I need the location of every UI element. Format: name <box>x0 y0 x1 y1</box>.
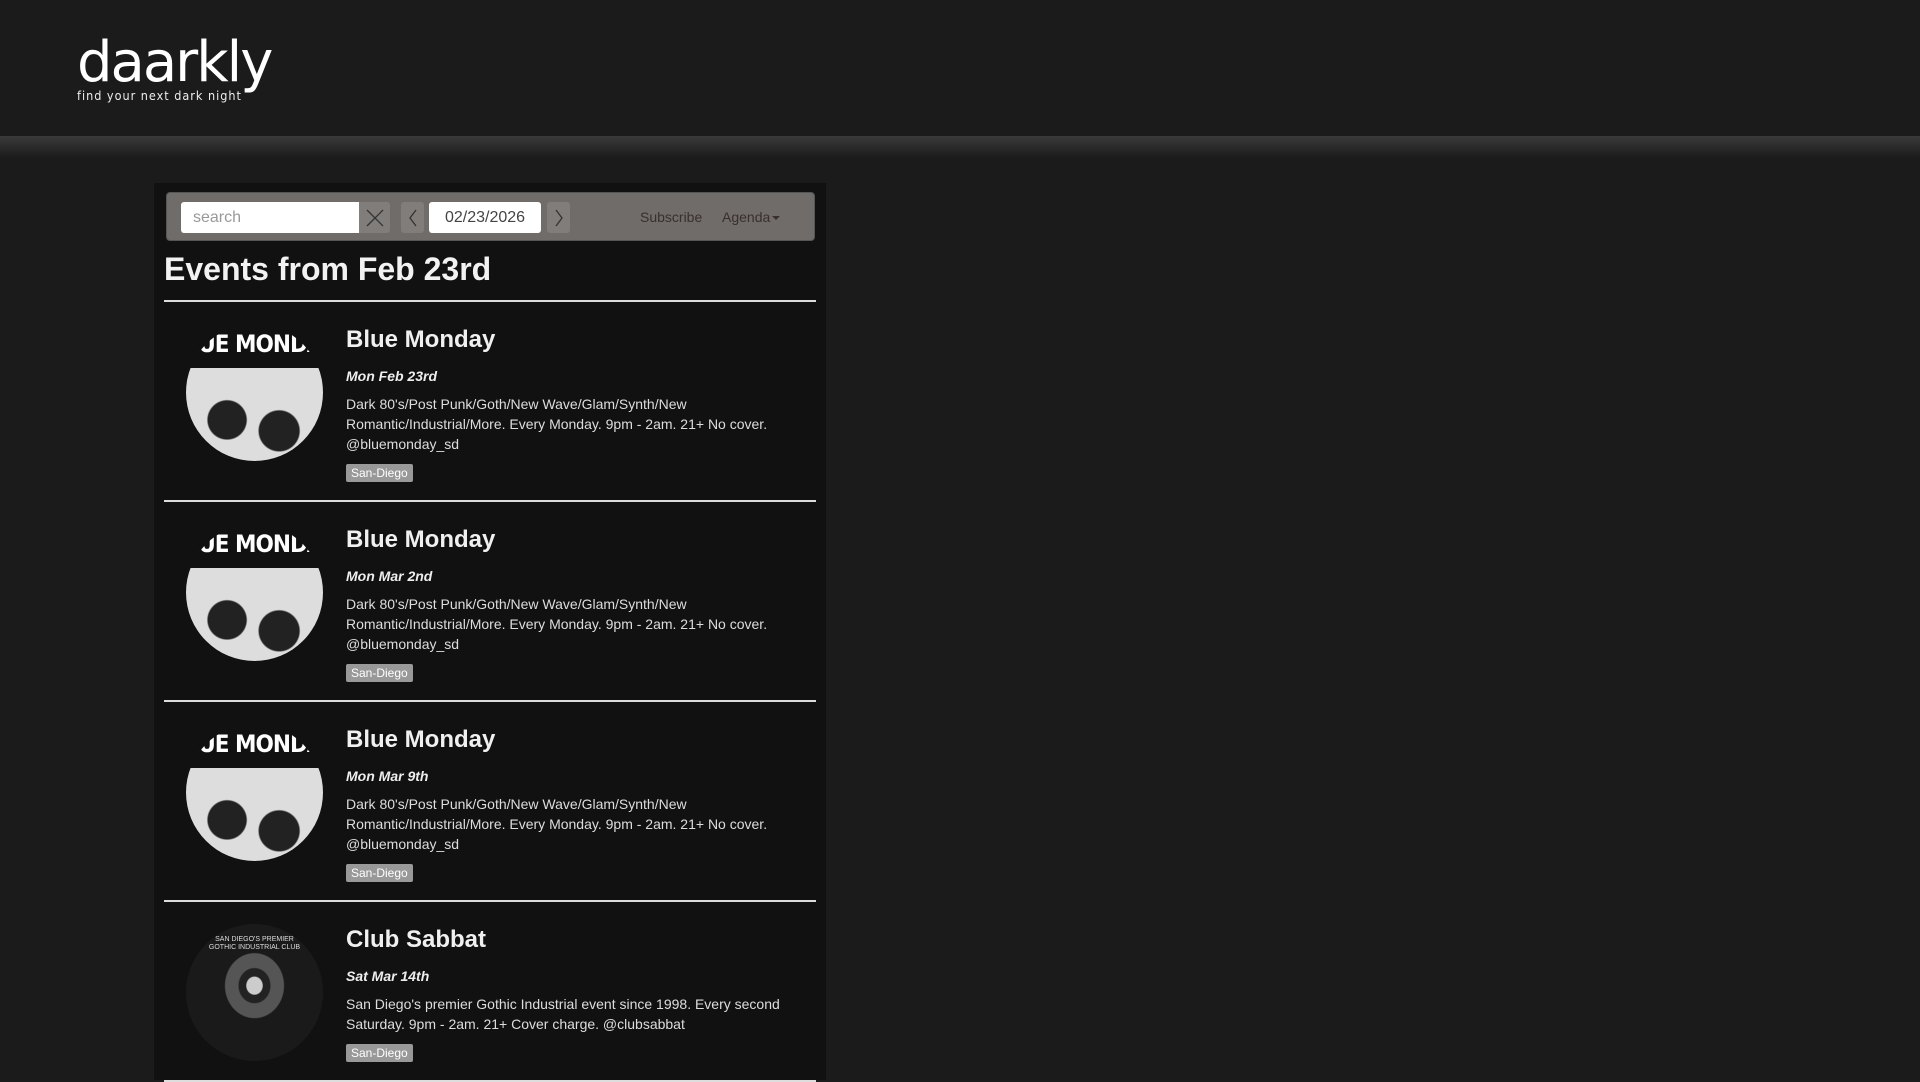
event-description: San Diego's premier Gothic Industrial ev… <box>346 996 780 1032</box>
event-list: LUE MONDA Blue Monday Mon Feb 23rd Dark … <box>164 300 816 1082</box>
toolbar: 02/23/2026 Subscribe Agenda <box>166 192 815 241</box>
clear-search-button[interactable] <box>359 202 390 233</box>
chevron-left-icon <box>408 209 417 226</box>
location-tag[interactable]: San-Diego <box>346 1044 413 1062</box>
next-date-button[interactable] <box>547 202 570 233</box>
site-header: daarkly find your next dark night <box>0 0 1920 136</box>
event-date: Mon Feb 23rd <box>346 368 438 384</box>
event-date: Sat Mar 14th <box>346 968 430 984</box>
event-item[interactable]: LUE MONDA Blue Monday Mon Feb 23rd Dark … <box>164 300 816 500</box>
header-shadow <box>0 136 1920 158</box>
event-description: Dark 80's/Post Punk/Goth/New Wave/Glam/S… <box>346 396 768 452</box>
prev-date-button[interactable] <box>401 202 424 233</box>
event-image[interactable]: SAN DIEGO'S PREMIER GOTHIC INDUSTRIAL CLU… <box>186 924 323 1061</box>
logo-wordmark: daarkly <box>77 30 273 95</box>
event-date: Mon Mar 9th <box>346 768 429 784</box>
event-date: Mon Mar 2nd <box>346 568 433 584</box>
logo[interactable]: daarkly find your next dark night <box>77 30 273 104</box>
event-description: Dark 80's/Post Punk/Goth/New Wave/Glam/S… <box>346 796 768 852</box>
event-title[interactable]: Blue Monday <box>346 726 816 754</box>
location-tag[interactable]: San-Diego <box>346 664 413 682</box>
event-title[interactable]: Blue Monday <box>346 326 816 354</box>
caret-down-icon <box>772 216 781 221</box>
location-tag[interactable]: San-Diego <box>346 464 413 482</box>
event-image[interactable]: LUE MONDA <box>186 524 323 661</box>
events-panel: 02/23/2026 Subscribe Agenda Events from … <box>154 183 826 1082</box>
close-icon <box>366 209 383 226</box>
search-input[interactable] <box>181 202 359 233</box>
view-dropdown-label: Agenda <box>722 209 771 225</box>
page-title: Events from Feb 23rd <box>164 251 492 287</box>
view-dropdown[interactable]: Agenda <box>722 209 781 225</box>
event-title[interactable]: Blue Monday <box>346 526 816 554</box>
chevron-right-icon <box>554 209 563 226</box>
subscribe-link[interactable]: Subscribe <box>640 209 702 225</box>
event-item[interactable]: LUE MONDA Blue Monday Mon Mar 2nd Dark 8… <box>164 500 816 700</box>
event-item[interactable]: SAN DIEGO'S PREMIER GOTHIC INDUSTRIAL CLU… <box>164 900 816 1082</box>
date-input[interactable]: 02/23/2026 <box>429 202 541 233</box>
event-image[interactable]: LUE MONDA <box>186 724 323 861</box>
event-image[interactable]: LUE MONDA <box>186 324 323 461</box>
event-description: Dark 80's/Post Punk/Goth/New Wave/Glam/S… <box>346 596 768 652</box>
event-title[interactable]: Club Sabbat <box>346 926 816 954</box>
location-tag[interactable]: San-Diego <box>346 864 413 882</box>
event-item[interactable]: LUE MONDA Blue Monday Mon Mar 9th Dark 8… <box>164 700 816 900</box>
